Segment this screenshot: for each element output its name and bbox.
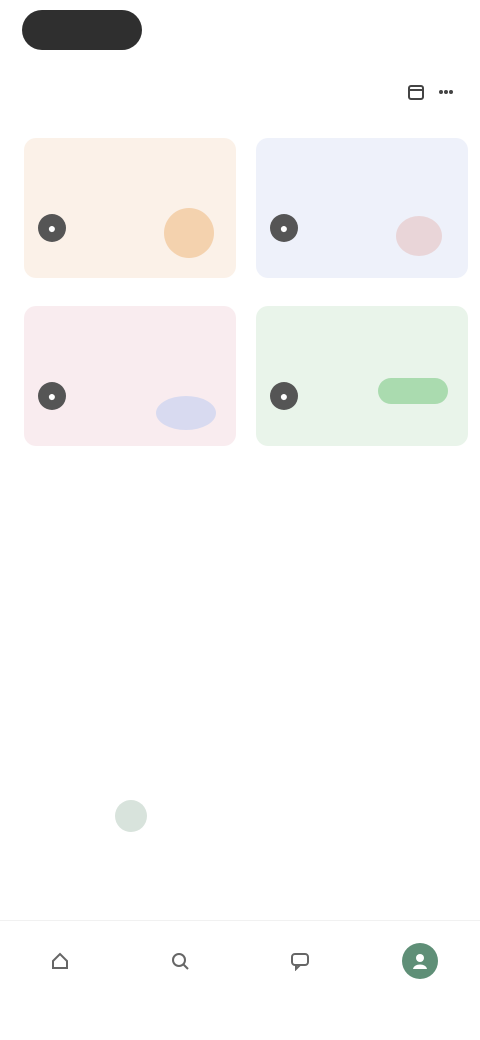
- calendar-day[interactable]: [321, 628, 375, 668]
- calendar-day[interactable]: [267, 572, 321, 612]
- calendar-icon[interactable]: [404, 80, 428, 104]
- card-1[interactable]: ●: [256, 138, 468, 278]
- calendar-day[interactable]: [159, 740, 213, 780]
- selected-day-marker: [115, 800, 148, 832]
- search-icon: [162, 943, 198, 979]
- calendar-day[interactable]: [321, 796, 375, 836]
- nav-item-search[interactable]: [140, 943, 220, 1013]
- calendar-day[interactable]: [50, 852, 104, 892]
- calendar-day[interactable]: [213, 796, 267, 836]
- calendar-day[interactable]: [213, 628, 267, 668]
- nav-item-chat[interactable]: [260, 943, 340, 1013]
- calendar-day[interactable]: [50, 740, 104, 780]
- calendar-day[interactable]: [104, 628, 158, 668]
- top-bar: [22, 10, 458, 54]
- calendar-day[interactable]: [213, 572, 267, 612]
- calendar-day[interactable]: [159, 796, 213, 836]
- calendar-day[interactable]: [213, 852, 267, 892]
- calendar-week: [50, 740, 430, 796]
- user-icon: ●: [270, 214, 298, 242]
- calendar-day[interactable]: [159, 628, 213, 668]
- calendar-day[interactable]: [321, 852, 375, 892]
- calendar-day[interactable]: [50, 796, 104, 836]
- nav-item-home[interactable]: [20, 943, 100, 1013]
- calendar-day[interactable]: [104, 852, 158, 892]
- profile-icon: [402, 943, 438, 979]
- calendar-day[interactable]: [376, 572, 430, 612]
- calendar-day[interactable]: [104, 572, 158, 612]
- calendar-day[interactable]: [376, 684, 430, 724]
- card-0[interactable]: ●: [24, 138, 236, 278]
- calendar-day[interactable]: [213, 684, 267, 724]
- weekday: [267, 530, 321, 550]
- calendar-day[interactable]: [267, 852, 321, 892]
- card-illustration: [146, 366, 226, 436]
- bottom-navigation: [0, 920, 480, 1040]
- nav-item-profile[interactable]: [380, 943, 460, 1013]
- calendar-day[interactable]: [159, 852, 213, 892]
- card-illustration: [378, 198, 458, 268]
- user-icon: ●: [38, 214, 66, 242]
- calendar-week: [50, 628, 430, 684]
- card-3[interactable]: ●: [256, 306, 468, 446]
- calendar-day[interactable]: [376, 740, 430, 780]
- calendar-week: [50, 852, 430, 908]
- calendar-day[interactable]: [267, 740, 321, 780]
- calendar-day[interactable]: [321, 740, 375, 780]
- calendar-day[interactable]: [267, 684, 321, 724]
- card-illustration: [378, 366, 458, 436]
- calendar-day[interactable]: [159, 572, 213, 612]
- more-icon[interactable]: [434, 80, 458, 104]
- card-illustration: [146, 198, 226, 268]
- primary-pill-button[interactable]: [22, 10, 142, 50]
- calendar-day[interactable]: [321, 572, 375, 612]
- weekday: [213, 530, 267, 550]
- calendar-day[interactable]: [104, 684, 158, 724]
- weekday: [376, 530, 430, 550]
- card-2[interactable]: ●: [24, 306, 236, 446]
- calendar-week: [50, 572, 430, 628]
- weekday: [50, 530, 104, 550]
- calendar-day[interactable]: [159, 684, 213, 724]
- calendar-day[interactable]: [376, 628, 430, 668]
- calendar-week: [50, 684, 430, 740]
- section-header: [22, 76, 458, 110]
- top-right-link[interactable]: [368, 18, 458, 42]
- calendar-day[interactable]: [376, 796, 430, 836]
- home-icon: [42, 943, 78, 979]
- card-grid: ● ● ● ●: [24, 138, 468, 448]
- calendar-day[interactable]: [267, 628, 321, 668]
- calendar-day[interactable]: [267, 796, 321, 836]
- weekday: [104, 530, 158, 550]
- weekday: [159, 530, 213, 550]
- weekday-header: [50, 530, 430, 550]
- calendar-week: [50, 796, 430, 852]
- calendar-day[interactable]: [321, 684, 375, 724]
- calendar-day[interactable]: [50, 628, 104, 668]
- calendar-day[interactable]: [50, 684, 104, 724]
- calendar-day-selected[interactable]: [104, 796, 158, 836]
- chat-icon: [282, 943, 318, 979]
- calendar-day[interactable]: [376, 852, 430, 892]
- calendar-day[interactable]: [104, 740, 158, 780]
- user-icon: ●: [38, 382, 66, 410]
- weekday: [321, 530, 375, 550]
- calendar-grid: [50, 572, 430, 908]
- calendar-day[interactable]: [50, 572, 104, 612]
- calendar-day[interactable]: [213, 740, 267, 780]
- user-icon: ●: [270, 382, 298, 410]
